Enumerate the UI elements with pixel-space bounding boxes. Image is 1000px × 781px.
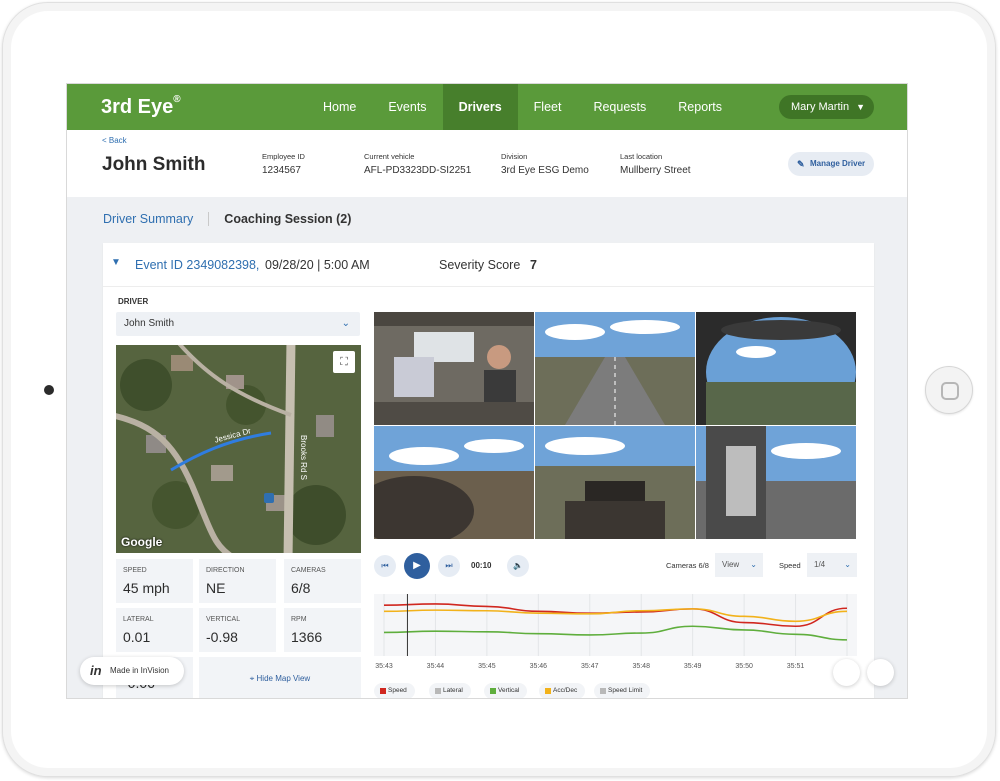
top-navigation-bar: 3rd Eye® Home Events Drivers Fleet Reque… bbox=[67, 84, 907, 130]
nav-requests[interactable]: Requests bbox=[577, 84, 662, 130]
brand-logo[interactable]: 3rd Eye® bbox=[101, 94, 181, 119]
legend-swatch bbox=[600, 688, 606, 694]
camera-view-left[interactable] bbox=[374, 426, 534, 539]
chart-legend: Speed Lateral Vertical Acc/Dec Speed Lim… bbox=[374, 683, 857, 698]
playback-time: 00:10 bbox=[471, 561, 492, 570]
vehicle-field: Current vehicle AFL-PD3323DD-SI2251 bbox=[364, 152, 472, 176]
x-tick-label: 35:49 bbox=[684, 663, 702, 670]
legend-swatch bbox=[380, 688, 386, 694]
nav-drivers[interactable]: Drivers bbox=[442, 84, 518, 130]
tab-divider bbox=[208, 212, 210, 226]
legend-swatch bbox=[490, 688, 496, 694]
chevron-down-icon: ⌄ bbox=[844, 560, 851, 569]
prev-screen-button[interactable] bbox=[833, 659, 860, 686]
home-button-icon bbox=[941, 382, 959, 400]
camera-view-right[interactable] bbox=[696, 426, 856, 539]
legend-speed[interactable]: Speed bbox=[374, 683, 415, 698]
employee-id-field: Employee ID 1234567 bbox=[262, 152, 305, 176]
location-field: Last location Mullberry Street bbox=[620, 152, 691, 176]
front-camera bbox=[44, 385, 54, 395]
chevron-down-icon: ▼ bbox=[856, 102, 865, 112]
x-tick-label: 35:45 bbox=[478, 663, 496, 670]
fullscreen-icon[interactable]: ⛶ bbox=[333, 351, 355, 373]
home-button[interactable] bbox=[925, 366, 973, 414]
camera-view-fisheye[interactable] bbox=[696, 312, 856, 425]
legend-swatch bbox=[435, 688, 441, 694]
playback-controls: ⏮ ▶ ⏭ 00:10 🔈 Cameras 6/8 View ⌄ Speed 1/… bbox=[374, 553, 857, 579]
driver-header: < Back John Smith Employee ID 1234567 Cu… bbox=[67, 130, 907, 197]
chevron-down-icon: ⌄ bbox=[750, 560, 757, 569]
street-label: Brooks Rd S bbox=[298, 435, 308, 480]
event-header[interactable]: ▼ Event ID 2349082398, 09/28/20 | 5:00 A… bbox=[103, 243, 874, 287]
chevron-down-icon: ⌄ bbox=[341, 318, 350, 329]
tab-driver-summary[interactable]: Driver Summary bbox=[103, 212, 193, 226]
stat-speed: SPEED 45 mph bbox=[116, 559, 193, 603]
skip-back-icon[interactable]: ⏮ bbox=[374, 555, 396, 577]
division-field: Division 3rd Eye ESG Demo bbox=[501, 152, 589, 176]
telemetry-chart[interactable]: 35:43 35:44 35:45 35:46 35:47 35:48 35:49 35:50… bbox=[374, 594, 857, 674]
hide-map-view-button[interactable]: ⌖ Hide Map View bbox=[199, 657, 361, 698]
page-tabs: Driver Summary Coaching Session (2) bbox=[103, 212, 351, 226]
speed-dropdown[interactable]: 1/4 ⌄ bbox=[807, 553, 857, 577]
nav-fleet[interactable]: Fleet bbox=[518, 84, 578, 130]
telemetry-chart-svg: 35:43 35:44 35:45 35:46 35:47 35:48 35:49 35:50… bbox=[374, 594, 857, 670]
pencil-icon: ✎ bbox=[797, 159, 805, 169]
app-screen: 3rd Eye® Home Events Drivers Fleet Reque… bbox=[66, 83, 908, 699]
nav-reports[interactable]: Reports bbox=[662, 84, 738, 130]
stat-rpm: RPM 1366 bbox=[284, 608, 361, 652]
x-tick-label: 35:48 bbox=[632, 663, 650, 670]
legend-swatch bbox=[545, 688, 551, 694]
nav-events[interactable]: Events bbox=[372, 84, 442, 130]
main-nav: Home Events Drivers Fleet Requests Repor… bbox=[307, 84, 738, 130]
play-icon[interactable]: ▶ bbox=[404, 553, 430, 579]
speed-label: Speed bbox=[779, 561, 801, 570]
x-tick-label: 35:51 bbox=[787, 663, 805, 670]
camera-view-cab[interactable] bbox=[374, 312, 534, 425]
user-menu-button[interactable]: Mary Martin ▼ bbox=[779, 95, 874, 119]
x-tick-label: 35:46 bbox=[530, 663, 548, 670]
next-screen-button[interactable] bbox=[867, 659, 894, 686]
legend-accdec[interactable]: Acc/Dec bbox=[539, 683, 586, 698]
stat-direction: DIRECTION NE bbox=[199, 559, 276, 603]
google-attribution: Google bbox=[121, 535, 163, 549]
x-tick-label: 35:50 bbox=[735, 663, 753, 670]
driver-label: DRIVER bbox=[118, 297, 149, 306]
severity-value: 7 bbox=[530, 258, 537, 272]
manage-driver-button[interactable]: ✎ Manage Driver bbox=[788, 152, 874, 176]
stat-cameras: CAMERAS 6/8 bbox=[284, 559, 361, 603]
stat-vertical: VERTICAL -0.98 bbox=[199, 608, 276, 652]
driver-select[interactable]: John Smith ⌄ bbox=[116, 312, 360, 336]
volume-icon[interactable]: 🔈 bbox=[507, 555, 529, 577]
skip-forward-icon[interactable]: ⏭ bbox=[438, 555, 460, 577]
severity-label: Severity Score bbox=[439, 258, 521, 272]
chart-plot-area bbox=[374, 594, 857, 656]
stat-lateral: LATERAL 0.01 bbox=[116, 608, 193, 652]
satellite-map[interactable]: Jessica Dr Brooks Rd S ⛶ Google bbox=[116, 345, 361, 553]
cameras-label: Cameras 6/8 bbox=[666, 561, 709, 570]
invision-badge[interactable]: in Made in InVision bbox=[80, 657, 184, 685]
legend-vertical[interactable]: Vertical bbox=[484, 683, 528, 698]
x-tick-label: 35:44 bbox=[427, 663, 445, 670]
camera-view-rear[interactable] bbox=[535, 426, 695, 539]
camera-view-front[interactable] bbox=[535, 312, 695, 425]
event-date: 09/28/20 | 5:00 AM bbox=[265, 258, 370, 272]
camera-grid[interactable] bbox=[374, 312, 857, 539]
invision-logo: in bbox=[90, 663, 102, 678]
event-card: ▼ Event ID 2349082398, 09/28/20 | 5:00 A… bbox=[103, 243, 874, 698]
event-id: Event ID 2349082398, bbox=[135, 258, 260, 272]
map-image bbox=[116, 345, 361, 553]
view-dropdown[interactable]: View ⌄ bbox=[715, 553, 763, 577]
x-tick-label: 35:47 bbox=[581, 663, 599, 670]
driver-name: John Smith bbox=[102, 154, 206, 175]
tab-coaching-session[interactable]: Coaching Session (2) bbox=[224, 212, 351, 226]
legend-lateral[interactable]: Lateral bbox=[429, 683, 471, 698]
nav-home[interactable]: Home bbox=[307, 84, 372, 130]
map-pin-icon: ⌖ bbox=[249, 674, 257, 683]
back-link[interactable]: < Back bbox=[102, 136, 127, 145]
legend-speed-limit[interactable]: Speed Limit bbox=[594, 683, 651, 698]
x-tick-label: 35:43 bbox=[375, 663, 393, 670]
chevron-down-icon[interactable]: ▼ bbox=[111, 257, 121, 268]
